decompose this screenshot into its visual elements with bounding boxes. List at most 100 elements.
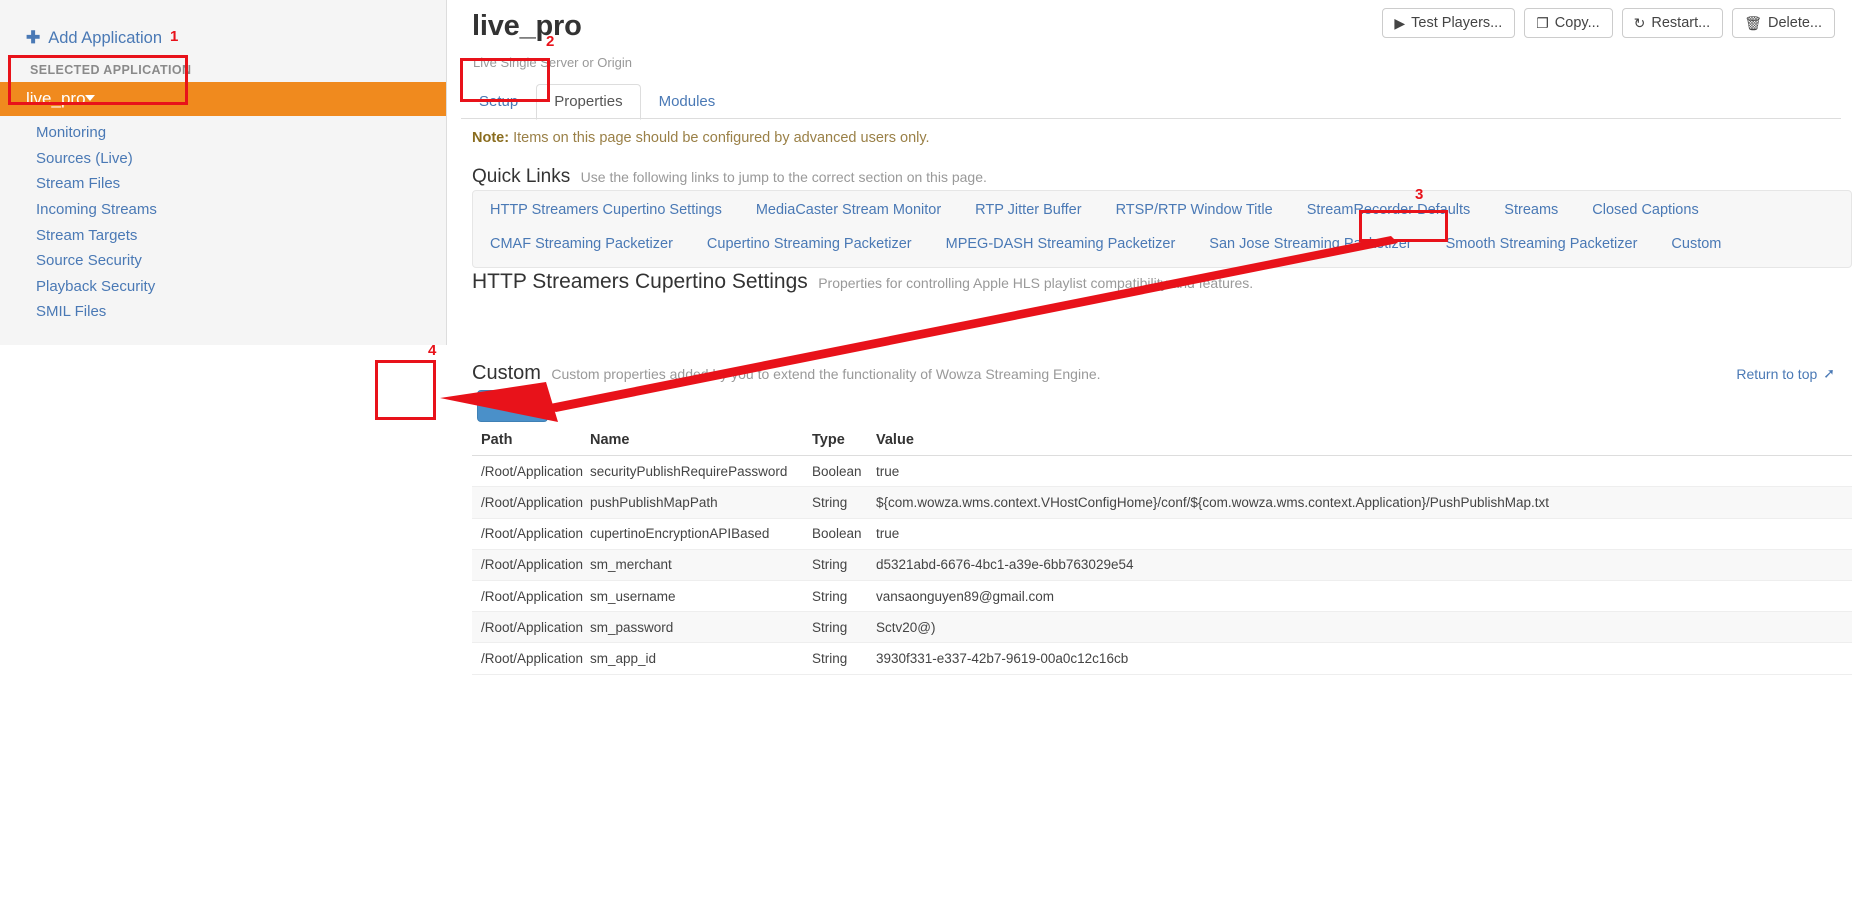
annotation-box-custom-edit-button (375, 360, 436, 420)
custom-section-header: Custom Custom properties added by you to… (472, 362, 1101, 385)
cell-path: /Root/Application (481, 588, 584, 604)
sidebar-item-playback-security[interactable]: Playback Security (0, 274, 446, 300)
copy-icon: ❐ (1536, 15, 1549, 31)
table-row[interactable]: /Root/Application sm_merchant String d53… (472, 549, 1852, 581)
section-description: Properties for controlling Apple HLS pla… (818, 275, 1254, 291)
column-header-path: Path (481, 432, 513, 449)
table-row[interactable]: /Root/Application cupertinoEncryptionAPI… (472, 519, 1852, 550)
chevron-down-icon (85, 95, 95, 101)
sidebar: ✚ Add Application SELECTED APPLICATION l… (0, 0, 447, 345)
table-body: /Root/Application securityPublishRequire… (472, 456, 1852, 675)
sidebar-item-sources-live[interactable]: Sources (Live) (0, 146, 446, 172)
quick-link-rtsp-rtp-window-title[interactable]: RTSP/RTP Window Title (1099, 198, 1290, 222)
cell-name: securityPublishRequirePassword (590, 463, 788, 479)
tab-setup[interactable]: Setup (461, 84, 536, 120)
cell-path: /Root/Application (481, 526, 584, 542)
tab-divider (461, 118, 1841, 119)
quick-link-mpeg-dash-streaming-packetizer[interactable]: MPEG-DASH Streaming Packetizer (929, 232, 1193, 256)
add-application-label: Add Application (48, 28, 163, 47)
table-row[interactable]: /Root/Application pushPublishMapPath Str… (472, 487, 1852, 519)
quick-link-http-streamers-cupertino-settings[interactable]: HTTP Streamers Cupertino Settings (473, 198, 739, 222)
table-row[interactable]: /Root/Application sm_app_id String 3930f… (472, 643, 1852, 675)
quick-link-custom[interactable]: Custom (1654, 232, 1738, 256)
selected-application-label: SELECTED APPLICATION (30, 63, 192, 77)
quick-link-cupertino-streaming-packetizer[interactable]: Cupertino Streaming Packetizer (690, 232, 929, 256)
cell-name: cupertinoEncryptionAPIBased (590, 526, 770, 542)
return-to-top-link[interactable]: Return to top ➚ (1736, 365, 1835, 382)
tab-bar: Setup Properties Modules (461, 83, 734, 120)
advanced-users-note: Note: Items on this page should be confi… (472, 130, 930, 146)
cell-path: /Root/Application (481, 494, 584, 510)
cell-value: Sctv20@) (876, 619, 936, 635)
cell-name: pushPublishMapPath (590, 494, 718, 510)
quick-links-description: Use the following links to jump to the c… (580, 169, 987, 185)
quick-link-rtp-jitter-buffer[interactable]: RTP Jitter Buffer (958, 198, 1098, 222)
cell-value: vansaonguyen89@gmail.com (876, 588, 1055, 604)
sidebar-item-incoming-streams[interactable]: Incoming Streams (0, 197, 446, 223)
section-header: HTTP Streamers Cupertino Settings Proper… (472, 270, 1253, 294)
header-actions: ▶ Test Players... ❐ Copy... ↻ Restart...… (1382, 8, 1835, 38)
quick-links-row-2: CMAF Streaming Packetizer Cupertino Stre… (473, 232, 1851, 256)
cell-value: 3930f331-e337-42b7-9619-00a0c12c16cb (876, 650, 1129, 666)
custom-heading: Custom (472, 362, 541, 384)
custom-edit-button[interactable]: ✎ Edit (477, 390, 549, 422)
arrow-up-icon: ➚ (1823, 365, 1835, 381)
column-header-type: Type (812, 432, 845, 449)
cell-type: String (812, 650, 848, 666)
custom-edit-label: Edit (508, 398, 534, 414)
cell-value: true (876, 526, 900, 542)
table-row[interactable]: /Root/Application sm_password String Sct… (472, 612, 1852, 644)
cell-path: /Root/Application (481, 557, 584, 573)
cell-type: String (812, 619, 848, 635)
copy-button[interactable]: ❐ Copy... (1524, 8, 1613, 38)
quick-link-streams[interactable]: Streams (1487, 198, 1575, 222)
note-prefix: Note: (472, 130, 510, 146)
table-row[interactable]: /Root/Application securityPublishRequire… (472, 456, 1852, 488)
test-players-button[interactable]: ▶ Test Players... (1382, 8, 1516, 38)
selected-application-name: live_pro (26, 89, 86, 108)
sidebar-item-source-security[interactable]: Source Security (0, 248, 446, 274)
section-heading: HTTP Streamers Cupertino Settings (472, 270, 808, 293)
copy-label: Copy... (1554, 15, 1600, 31)
main-content: live_pro Live Single Server or Origin ▶ … (447, 0, 1855, 920)
quick-links-heading: Quick Links (472, 166, 571, 187)
custom-properties-table: Path Name Type Value /Root/Application s… (472, 425, 1852, 675)
table-header-row: Path Name Type Value (472, 425, 1852, 457)
quick-links-panel: HTTP Streamers Cupertino Settings MediaC… (472, 190, 1852, 268)
quick-link-mediacaster-stream-monitor[interactable]: MediaCaster Stream Monitor (739, 198, 958, 222)
cell-value: true (876, 463, 900, 479)
quick-link-san-jose-streaming-packetizer[interactable]: San Jose Streaming Packetizer (1192, 232, 1428, 256)
custom-description: Custom properties added by you to extend… (551, 366, 1101, 382)
quick-link-cmaf-streaming-packetizer[interactable]: CMAF Streaming Packetizer (473, 232, 690, 256)
app-window: ✚ Add Application SELECTED APPLICATION l… (0, 0, 1855, 920)
sidebar-item-monitoring[interactable]: Monitoring (0, 120, 446, 146)
selected-application-row[interactable]: live_pro (0, 82, 446, 116)
cell-type: Boolean (812, 526, 862, 542)
return-to-top-label: Return to top (1736, 365, 1818, 382)
note-text: Items on this page should be configured … (513, 130, 930, 146)
plus-icon: ✚ (26, 28, 41, 47)
quick-link-closed-captions[interactable]: Closed Captions (1575, 198, 1715, 222)
cell-type: String (812, 588, 848, 604)
cell-name: sm_password (590, 619, 674, 635)
sidebar-item-stream-files[interactable]: Stream Files (0, 171, 446, 197)
table-row[interactable]: /Root/Application sm_username String van… (472, 581, 1852, 613)
tab-modules[interactable]: Modules (641, 84, 734, 120)
delete-button[interactable]: 🗑 Delete... (1732, 8, 1835, 38)
sidebar-item-stream-targets[interactable]: Stream Targets (0, 222, 446, 248)
tab-properties[interactable]: Properties (536, 84, 641, 120)
trash-icon: 🗑 (1744, 15, 1762, 31)
quick-link-streamrecorder-defaults[interactable]: StreamRecorder Defaults (1290, 198, 1488, 222)
page-subtitle: Live Single Server or Origin (473, 55, 632, 70)
restart-button[interactable]: ↻ Restart... (1621, 8, 1724, 38)
quick-link-smooth-streaming-packetizer[interactable]: Smooth Streaming Packetizer (1429, 232, 1655, 256)
play-icon: ▶ (1394, 15, 1406, 31)
sidebar-item-smil-files[interactable]: SMIL Files (0, 299, 446, 325)
delete-label: Delete... (1768, 15, 1822, 31)
cell-name: sm_app_id (590, 650, 657, 666)
quick-links-header: Quick Links Use the following links to j… (472, 166, 987, 188)
cell-path: /Root/Application (481, 463, 584, 479)
sidebar-nav: Monitoring Sources (Live) Stream Files I… (0, 120, 446, 325)
cell-value: d5321abd-6676-4bc1-a39e-6bb763029e54 (876, 557, 1134, 573)
add-application-button[interactable]: ✚ Add Application (26, 28, 162, 48)
